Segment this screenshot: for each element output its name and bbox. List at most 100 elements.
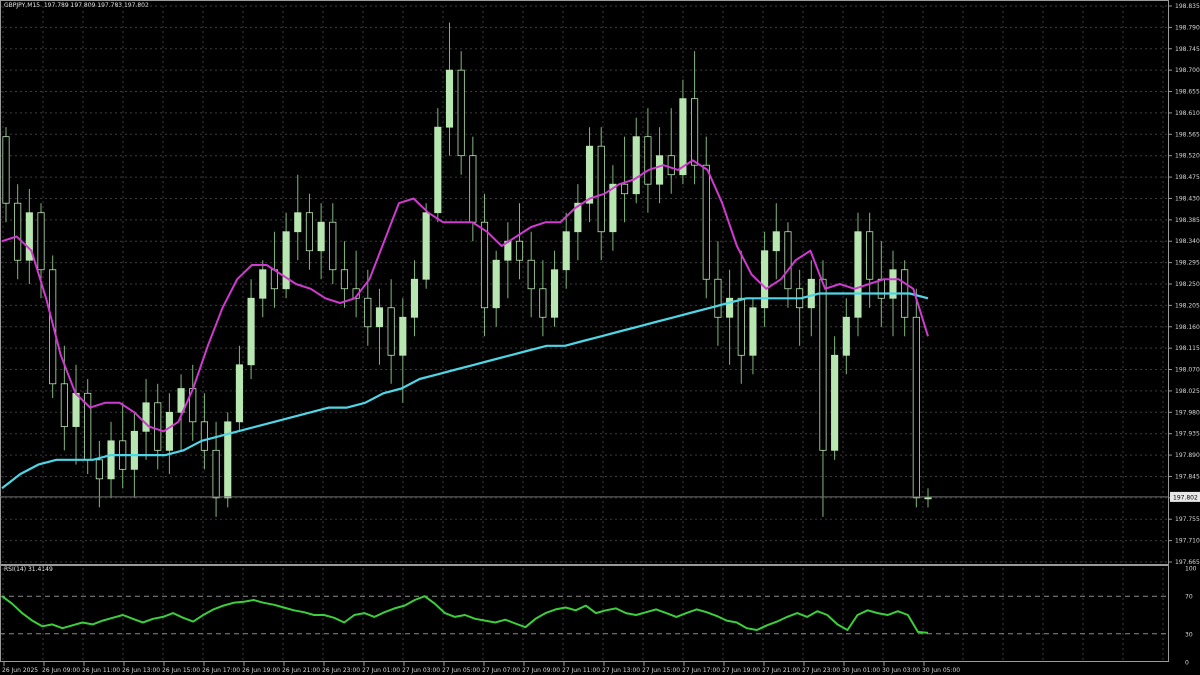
candle-body	[340, 269, 349, 290]
y-tick-label: 197.980	[1175, 409, 1200, 416]
candle-body	[912, 316, 920, 499]
candle-body	[644, 136, 652, 185]
candle-body	[154, 402, 162, 451]
candle-body	[60, 383, 68, 427]
y-tick-label: 198.475	[1175, 174, 1200, 181]
trading-chart[interactable]: 198.835 198.790 198.745 198.700 198.655 198.6…	[0, 0, 1200, 675]
y-tick-label: 197.710	[1175, 538, 1200, 545]
x-tick-label: 27 Jun 21:00	[762, 667, 800, 674]
candle-body	[434, 126, 442, 214]
candle-body	[107, 440, 115, 480]
candle-body	[294, 212, 302, 233]
candle-body	[702, 164, 710, 280]
candle-body	[235, 364, 243, 423]
y-tick-label: 198.430	[1175, 195, 1200, 202]
y-tick-label: 198.700	[1175, 67, 1200, 74]
x-tick-label: 26 Jun 23:00	[322, 667, 360, 674]
candle-body	[329, 221, 337, 271]
candle-body	[375, 307, 384, 328]
x-tick-label: 26 Jun 11:00	[82, 667, 120, 674]
current-price-label: 197.802	[1173, 494, 1198, 501]
candle-body	[130, 430, 138, 470]
x-tick-label: 27 Jun 23:00	[802, 667, 840, 674]
candle-body	[539, 288, 547, 318]
x-tick-label: 27 Jun 13:00	[602, 667, 640, 674]
x-tick-label: 27 Jun 09:00	[522, 667, 560, 674]
rsi-tick-label: 30	[1185, 631, 1193, 638]
x-tick-label: 27 Jun 03:00	[402, 667, 440, 674]
candle-body	[247, 297, 255, 366]
candle-body	[620, 183, 629, 195]
candle-body	[259, 269, 267, 299]
candle-body	[632, 136, 640, 195]
candle-body	[737, 297, 745, 356]
candle-body	[866, 231, 874, 280]
y-tick-label: 198.115	[1175, 345, 1200, 352]
candle-body	[550, 269, 559, 318]
x-tick-label: 27 Jun 15:00	[642, 667, 680, 674]
y-tick-label: 198.295	[1175, 260, 1200, 267]
x-tick-label: 27 Jun 07:00	[482, 667, 520, 674]
candle-body	[469, 155, 477, 223]
y-tick-label: 198.520	[1175, 153, 1200, 160]
candle-body	[480, 221, 489, 309]
y-tick-label: 198.205	[1175, 302, 1200, 309]
candle-body	[515, 240, 524, 261]
rsi-tick-label: 100	[1185, 566, 1197, 573]
y-tick-label: 197.935	[1175, 431, 1200, 438]
y-tick-label: 198.070	[1175, 367, 1200, 374]
price-candles	[2, 22, 932, 517]
y-tick-label: 197.845	[1175, 473, 1200, 480]
candle-body	[597, 145, 605, 233]
candle-body	[831, 354, 839, 451]
candle-body	[200, 421, 208, 451]
candle-body	[924, 497, 932, 500]
candle-body	[410, 278, 419, 318]
rsi-tick-label: 0	[1185, 660, 1189, 667]
x-tick-label: 27 Jun 19:00	[722, 667, 760, 674]
candle-body	[656, 155, 664, 185]
x-tick-label: 30 Jun 05:00	[922, 667, 960, 674]
candle-body	[422, 212, 430, 280]
x-tick-label: 27 Jun 11:00	[562, 667, 600, 674]
candle-body	[585, 145, 594, 204]
candle-body	[807, 278, 815, 309]
candle-body	[784, 231, 792, 290]
x-tick-label: 26 Jun 09:00	[42, 667, 80, 674]
x-tick-label: 26 Jun 15:00	[162, 667, 200, 674]
candle-body	[679, 98, 687, 176]
candle-body	[714, 278, 722, 318]
candle-body	[527, 259, 535, 290]
candle-body	[317, 221, 325, 252]
x-tick-label: 30 Jun 01:00	[842, 667, 880, 674]
candle-body	[691, 98, 699, 166]
y-tick-label: 198.025	[1175, 388, 1200, 395]
y-tick-label: 198.250	[1175, 281, 1200, 288]
candle-body	[305, 212, 314, 252]
rsi-line	[1, 595, 929, 634]
candle-body	[492, 259, 500, 309]
candle-body	[749, 307, 757, 356]
x-tick-label: 27 Jun 17:00	[682, 667, 720, 674]
rsi-tick-label: 70	[1185, 594, 1193, 601]
x-tick-label: 26 Jun 21:00	[282, 667, 320, 674]
y-tick-label: 198.790	[1175, 24, 1200, 31]
x-tick-label: 26 Jun 19:00	[242, 667, 280, 674]
y-tick-label: 198.610	[1175, 110, 1200, 117]
y-tick-label: 197.890	[1175, 452, 1200, 459]
candle-body	[387, 307, 395, 356]
x-tick-label: 30 Jun 03:00	[882, 667, 920, 674]
candle-body	[212, 449, 220, 499]
y-tick-label: 198.565	[1175, 131, 1200, 138]
candle-body	[445, 69, 454, 128]
candle-body	[562, 231, 570, 271]
x-tick-label: 26 Jun 17:00	[202, 667, 240, 674]
x-tick-label: 27 Jun 05:00	[442, 667, 480, 674]
y-tick-label: 198.745	[1175, 46, 1200, 53]
candle-body	[95, 459, 103, 480]
y-tick-label: 198.340	[1175, 238, 1200, 245]
y-tick-label: 198.385	[1175, 217, 1200, 224]
x-tick-label: 27 Jun 01:00	[362, 667, 400, 674]
y-tick-label: 197.755	[1175, 516, 1200, 523]
candle-body	[2, 136, 10, 204]
